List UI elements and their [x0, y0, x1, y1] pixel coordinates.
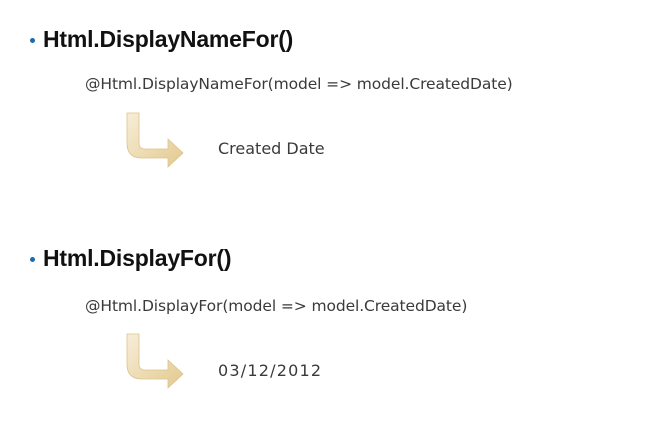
code-example: @Html.DisplayFor(model => model.CreatedD…	[85, 297, 468, 315]
rendered-output: Created Date	[218, 139, 325, 158]
bullet-dot-icon	[30, 256, 35, 262]
code-example: @Html.DisplayNameFor(model => model.Crea…	[85, 75, 513, 93]
heading-row: Html.DisplayNameFor()	[30, 24, 293, 54]
section-heading: Html.DisplayFor()	[43, 244, 232, 271]
section-heading: Html.DisplayNameFor()	[43, 25, 294, 52]
rendered-output: 03/12/2012	[218, 361, 323, 380]
curved-down-right-arrow-icon	[126, 333, 184, 389]
bullet-dot-icon	[30, 37, 35, 43]
curved-down-right-arrow-icon	[126, 112, 184, 168]
heading-row: Html.DisplayFor()	[30, 243, 231, 273]
